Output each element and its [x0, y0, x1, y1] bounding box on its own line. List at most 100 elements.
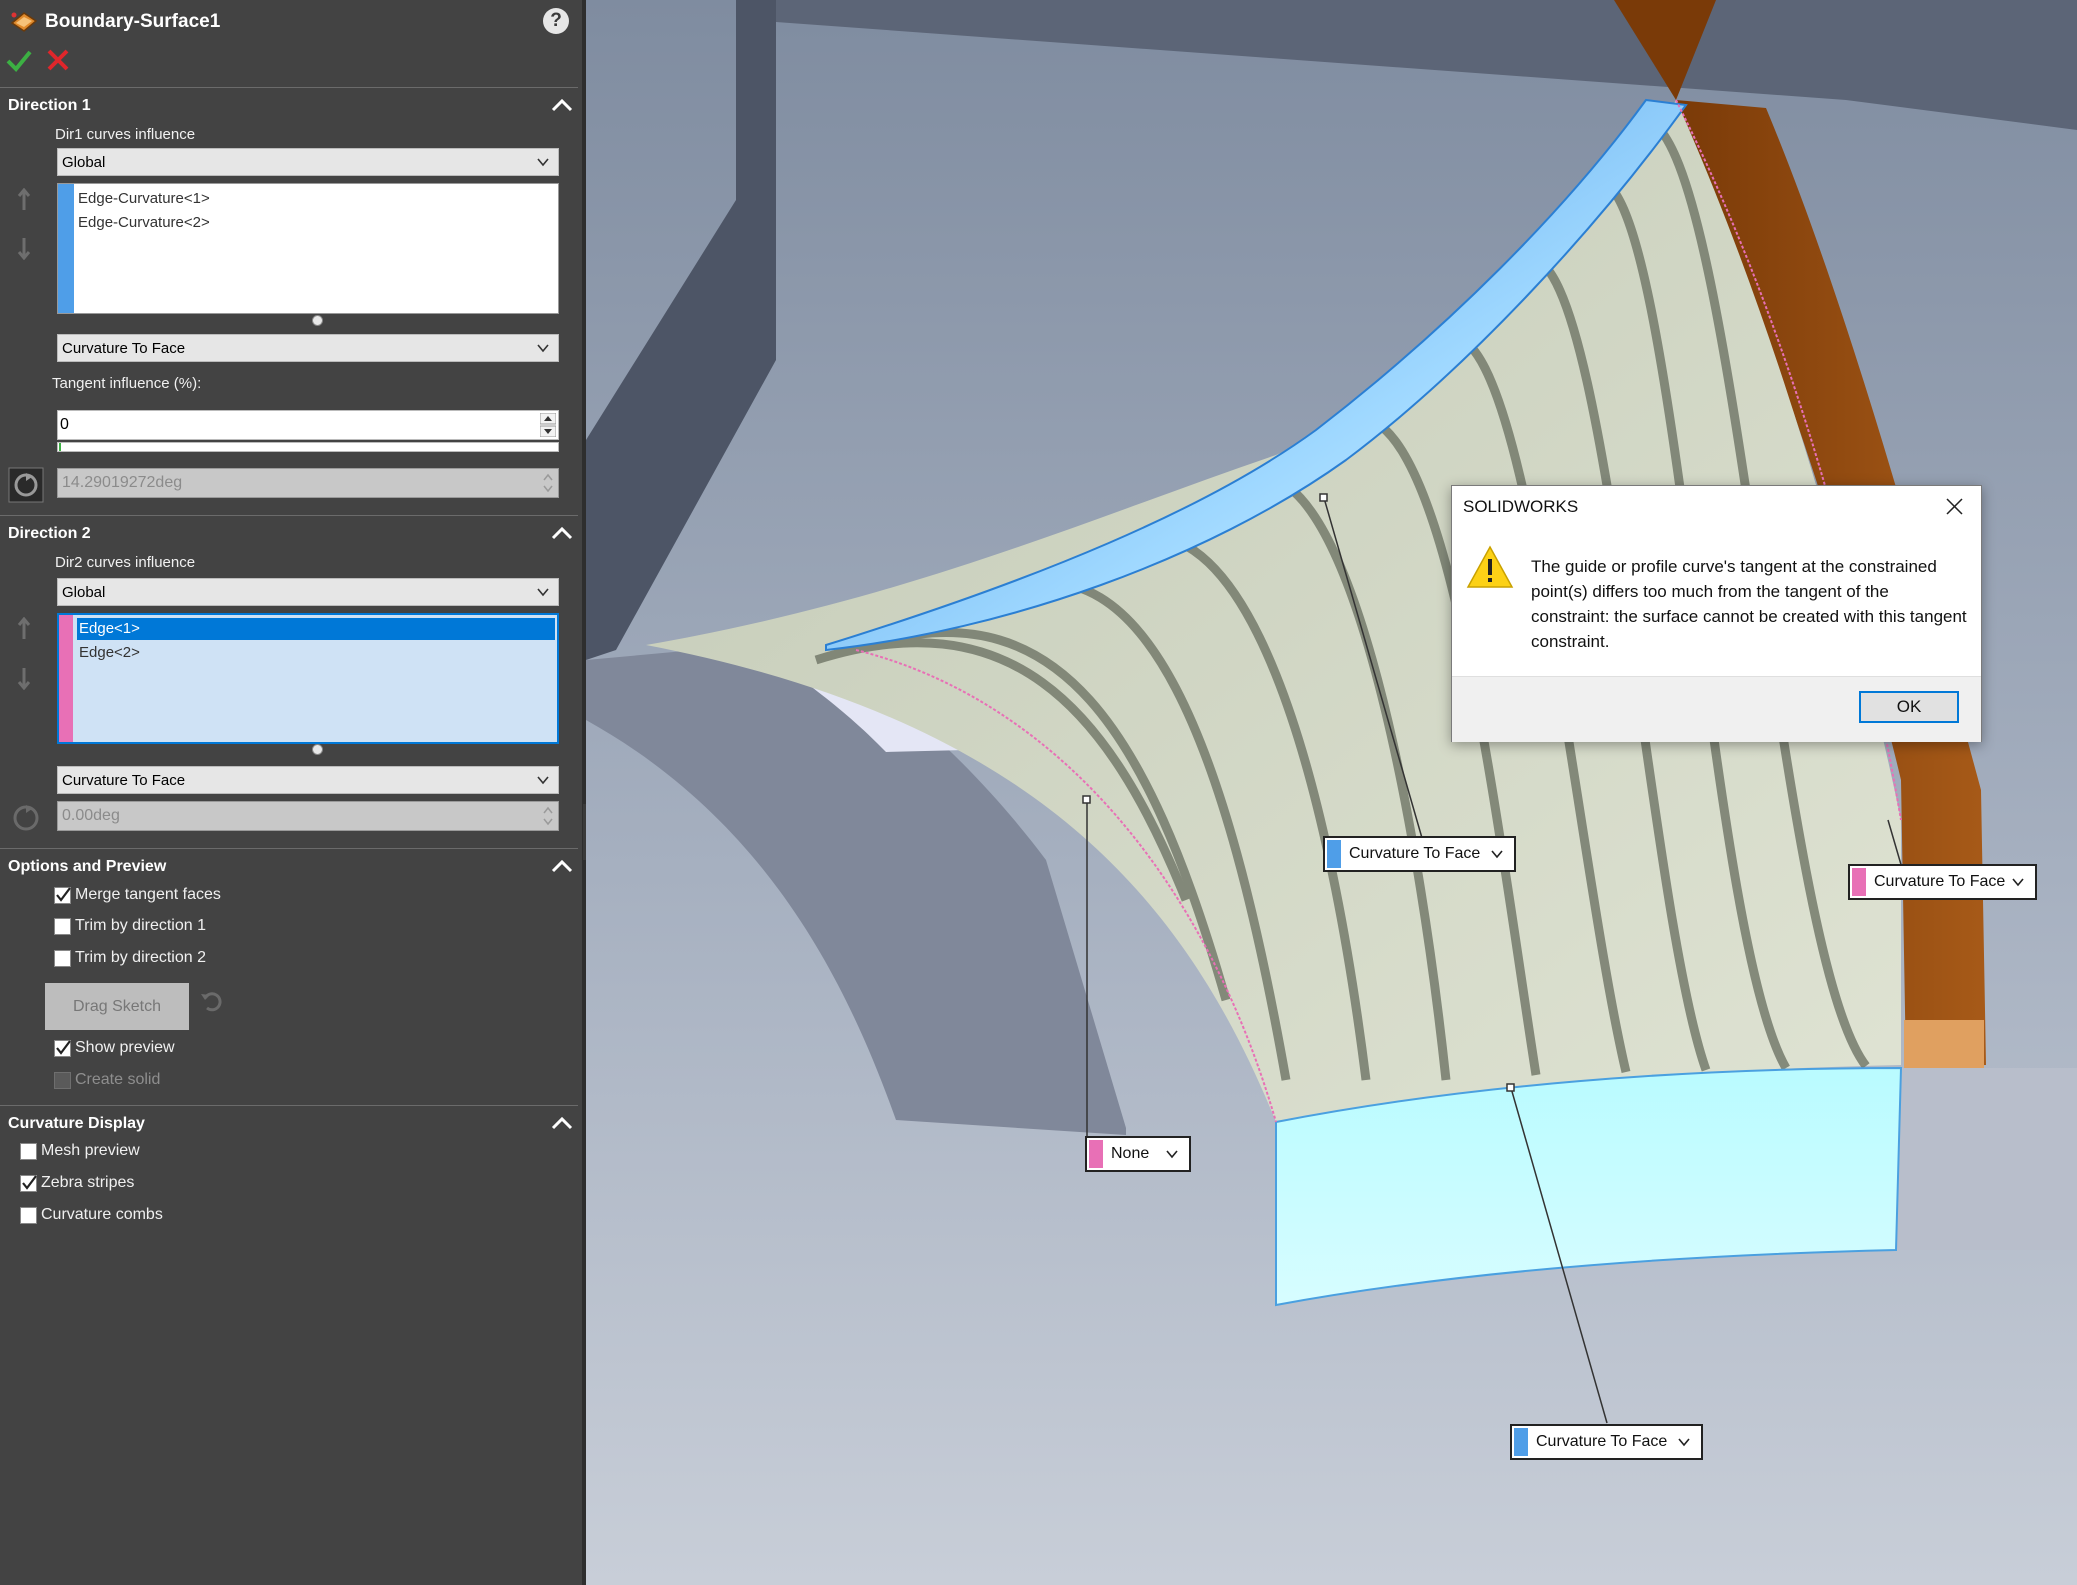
undo-icon: [201, 992, 222, 1012]
checkbox-label: Curvature combs: [41, 1206, 163, 1223]
checkbox[interactable]: [20, 1175, 37, 1192]
dir2-color-strip: [59, 615, 73, 742]
checkbox-label: Zebra stripes: [41, 1174, 135, 1191]
callout-value: Curvature To Face: [1349, 845, 1481, 862]
list-resize-handle[interactable]: [312, 315, 323, 326]
dir1-condition-dropdown[interactable]: Curvature To Face: [57, 334, 559, 362]
collapse-chevron-icon[interactable]: [551, 859, 573, 873]
direction1-header: Direction 1: [8, 97, 91, 114]
slider-thumb[interactable]: [59, 443, 61, 451]
close-icon[interactable]: [1946, 498, 1963, 515]
dir2-curves-list[interactable]: Edge<1> Edge<2>: [57, 613, 559, 744]
dir1-influence-value: Global: [62, 154, 106, 171]
checkbox[interactable]: [54, 1040, 71, 1057]
collapse-chevron-icon[interactable]: [551, 98, 573, 112]
dir1-condition-value: Curvature To Face: [62, 340, 186, 357]
orange-frame-end: [1904, 1020, 1984, 1068]
chevron-down-icon: [537, 344, 549, 353]
chevron-down-icon: [537, 776, 549, 785]
checkbox-label: Trim by direction 1: [75, 917, 206, 934]
callout-dropdown-left[interactable]: None: [1085, 1136, 1191, 1172]
tangent-influence-label: Tangent influence (%):: [52, 375, 202, 392]
checkbox[interactable]: [20, 1143, 37, 1160]
right-block-body: [1896, 1068, 2077, 1250]
chevron-down-icon: [537, 588, 549, 597]
checkbox[interactable]: [54, 918, 71, 935]
callout-value: Curvature To Face: [1536, 1433, 1668, 1450]
boundary-surface-icon: [10, 12, 38, 32]
collapse-chevron-icon[interactable]: [551, 1116, 573, 1130]
checkbox[interactable]: [20, 1207, 37, 1224]
collapse-chevron-icon[interactable]: [551, 526, 573, 540]
checkbox-label: Create solid: [75, 1071, 161, 1088]
check-icon: [56, 1040, 71, 1055]
checkbox-label: Trim by direction 2: [75, 949, 206, 966]
dialog-title: SOLIDWORKS: [1463, 497, 1579, 516]
warning-icon: [1466, 545, 1514, 588]
move-down-icon[interactable]: [16, 666, 32, 690]
checkbox[interactable]: [54, 887, 71, 904]
chevron-down-icon: [1491, 850, 1503, 859]
chevron-down-icon: [537, 158, 549, 167]
dir2-influence-dropdown[interactable]: Global: [57, 578, 559, 606]
callout-dropdown-top[interactable]: Curvature To Face: [1323, 836, 1516, 872]
dir1-color-strip: [1514, 1428, 1528, 1456]
dir1-color-strip: [1327, 840, 1341, 868]
move-down-icon[interactable]: [16, 236, 32, 260]
move-up-icon[interactable]: [16, 188, 32, 212]
divider: [0, 87, 578, 88]
dir2-influence-label: Dir2 curves influence: [55, 554, 196, 571]
list-resize-handle[interactable]: [312, 744, 323, 755]
callout-dropdown-bottom[interactable]: Curvature To Face: [1510, 1424, 1703, 1460]
spin-arrows-icon[interactable]: [540, 413, 556, 437]
callout-value: Curvature To Face: [1874, 873, 2006, 890]
dir2-condition-value: Curvature To Face: [62, 772, 186, 789]
chevron-down-icon: [1166, 1150, 1178, 1159]
spin-arrows-icon: [543, 473, 553, 493]
feature-title: Boundary-Surface1: [45, 11, 221, 32]
direction2-header: Direction 2: [8, 525, 91, 542]
property-manager: Boundary-Surface1 ? Direction 1 Dir1 cur…: [0, 0, 582, 1585]
dir1-angle-value: 14.29019272deg: [62, 474, 183, 491]
dir2-color-strip: [1089, 1140, 1103, 1168]
drag-sketch-button[interactable]: Drag Sketch: [45, 983, 189, 1030]
dialog-message: The guide or profile curve's tangent at …: [1531, 557, 1967, 651]
ok-check-button[interactable]: [6, 48, 32, 74]
checkbox[interactable]: [54, 950, 71, 967]
list-item[interactable]: Edge<2>: [79, 644, 140, 661]
dir2-influence-value: Global: [62, 584, 106, 601]
list-item-selected[interactable]: Edge<1>: [79, 620, 140, 637]
dir2-angle-value: 0.00deg: [62, 807, 120, 824]
chevron-down-icon: [2012, 878, 2024, 887]
checkbox-label: Show preview: [75, 1039, 175, 1056]
feature-title-bar: Boundary-Surface1 ?: [0, 0, 582, 44]
dir2-condition-dropdown[interactable]: Curvature To Face: [57, 766, 559, 794]
options-header: Options and Preview: [8, 858, 167, 875]
tangent-influence-slider[interactable]: [57, 442, 559, 452]
spin-arrows-icon: [543, 806, 553, 826]
graphics-viewport[interactable]: [586, 0, 2077, 1585]
check-icon: [22, 1175, 37, 1190]
cancel-x-button[interactable]: [46, 48, 70, 72]
solidworks-error-dialog: SOLIDWORKS The guide or profile curve's …: [1451, 485, 1982, 742]
callout-value: None: [1111, 1145, 1150, 1162]
dir2-color-strip: [1852, 868, 1866, 896]
ok-button[interactable]: OK: [1859, 691, 1959, 723]
dir1-influence-dropdown[interactable]: Global: [57, 148, 559, 176]
callout-dropdown-right[interactable]: Curvature To Face: [1848, 864, 2037, 900]
list-item[interactable]: Edge-Curvature<2>: [78, 214, 210, 231]
dir1-curves-list[interactable]: Edge-Curvature<1> Edge-Curvature<2>: [57, 183, 559, 314]
list-item[interactable]: Edge-Curvature<1>: [78, 190, 210, 207]
checkbox: [54, 1072, 71, 1089]
dialog-footer: OK: [1452, 676, 1981, 742]
tangent-influence-input[interactable]: 0: [57, 410, 559, 440]
dir2-angle-field: 0.00deg: [57, 801, 559, 831]
chevron-down-icon: [1678, 1438, 1690, 1447]
selection-highlight: [77, 618, 555, 640]
help-icon[interactable]: ?: [543, 8, 569, 34]
curvature-display-header: Curvature Display: [8, 1115, 145, 1132]
tangent-influence-value: 0: [60, 416, 69, 433]
dir1-angle-field: 14.29019272deg: [57, 468, 559, 498]
angle-direction-icon[interactable]: [8, 467, 44, 503]
move-up-icon[interactable]: [16, 617, 32, 641]
